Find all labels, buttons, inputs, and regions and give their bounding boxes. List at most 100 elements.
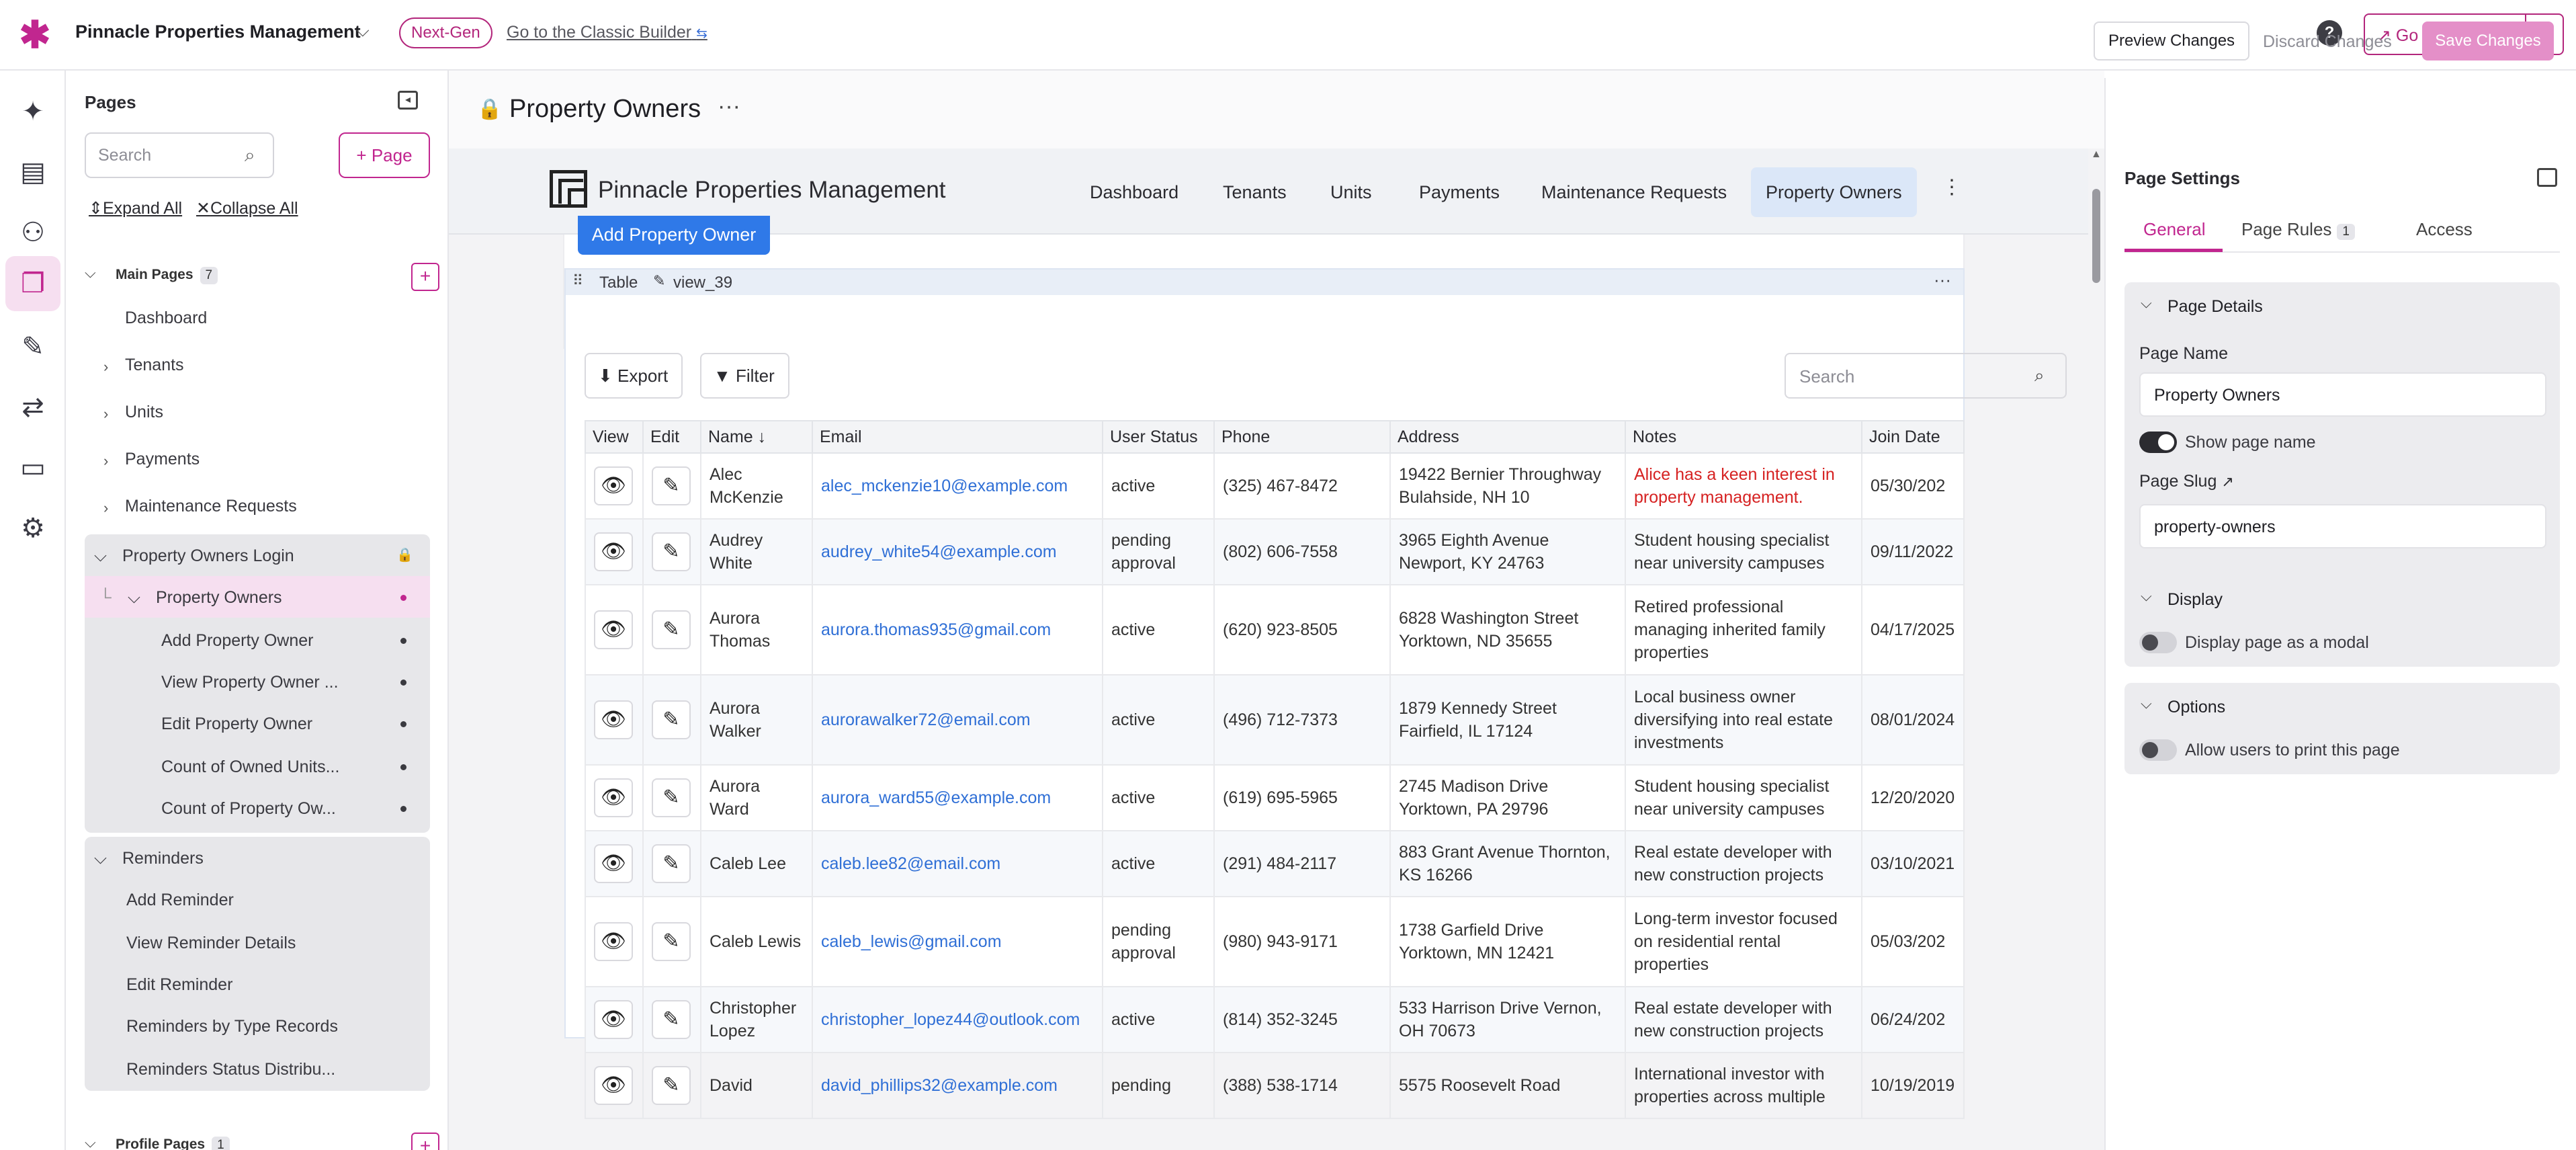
nav-tab-maintenance-requests[interactable]: Maintenance Requests [1527,167,1742,217]
cell-email-link[interactable]: alec_mckenzie10@example.com [821,477,1068,495]
settings-icon[interactable]: ⚙ [5,501,60,556]
edit-pencil-icon[interactable]: ✎ [652,778,691,817]
cell-email-link[interactable]: aurorawalker72@email.com [821,710,1031,729]
view-eye-icon[interactable]: 👁 [594,922,633,961]
page-edit-reminder[interactable]: Edit Reminder [85,963,430,1005]
more-options-icon[interactable]: ··· [1934,270,1951,290]
app-title[interactable]: Pinnacle Properties Management [75,22,361,42]
page-tenants[interactable]: › Tenants [103,356,184,382]
edit-pencil-icon[interactable]: ✎ [652,1000,691,1039]
chevron-down-icon[interactable]: ⌵ [2141,695,2152,712]
chevron-down-icon[interactable]: ⌵ [85,264,96,282]
table-view[interactable]: ⠿ Table ✎ view_39 ··· ⬇ Export ▼ Filter … [564,268,2067,1119]
main-pages-section[interactable]: ⌵ Main Pages 7 + [85,260,439,294]
view-eye-icon[interactable]: 👁 [594,532,633,571]
show-page-name-toggle[interactable] [2139,432,2177,453]
scroll-thumb[interactable] [2092,189,2100,283]
page-add-reminder[interactable]: Add Reminder [85,878,430,920]
nav-tab-dashboard[interactable]: Dashboard [1075,167,1193,217]
more-options-icon[interactable]: ··· [718,93,740,120]
tab-general[interactable]: General [2143,219,2206,240]
column-header-user-status[interactable]: User Status [1102,420,1215,454]
page-view-property-owner[interactable]: View Property Owner ... [85,661,430,702]
cell-email-link[interactable]: aurora.thomas935@gmail.com [821,620,1051,639]
view-eye-icon[interactable]: 👁 [594,700,633,739]
filter-button[interactable]: ▼ Filter [700,353,789,399]
more-vertical-icon[interactable]: ⋮ [1942,175,1962,199]
chevron-down-icon[interactable]: ⌵ [128,588,140,608]
table-icon[interactable]: ▤ [5,145,60,200]
nav-tab-payments[interactable]: Payments [1404,167,1514,217]
add-profile-page-icon[interactable]: + [411,1133,439,1150]
page-name-input[interactable]: Property Owners [2139,372,2546,417]
page-dashboard[interactable]: Dashboard [125,309,207,335]
view-eye-icon[interactable]: 👁 [594,778,633,817]
chevron-right-icon[interactable]: › [103,452,108,470]
export-button[interactable]: ⬇ Export [585,353,683,399]
page-reminders[interactable]: ⌵ Reminders [85,837,430,878]
ai-sparkle-icon[interactable]: ✦ [5,84,60,139]
view-eye-icon[interactable]: 👁 [594,1066,633,1105]
save-changes-button[interactable]: Save Changes [2422,22,2554,60]
cell-email-link[interactable]: caleb_lewis@gmail.com [821,932,1002,951]
pages-icon[interactable]: ❐ [5,256,60,311]
billing-icon[interactable]: ▭ [5,440,60,495]
column-header-phone[interactable]: Phone [1213,420,1391,454]
edit-pencil-icon[interactable]: ✎ [652,610,691,649]
cell-email-link[interactable]: caleb.lee82@email.com [821,854,1000,873]
page-payments[interactable]: › Payments [103,450,200,477]
chevron-right-icon[interactable]: › [103,405,108,423]
cell-email-link[interactable]: audrey_white54@example.com [821,542,1057,561]
drag-handle-icon[interactable]: ⠿ [572,272,583,290]
add-property-owner-button[interactable]: Add Property Owner [578,216,770,255]
users-icon[interactable]: ⚇ [5,205,60,260]
chevron-down-icon[interactable]: ⌵ [356,20,370,42]
page-reminders-by-type[interactable]: Reminders by Type Records [85,1005,430,1046]
classic-builder-link[interactable]: Go to the Classic Builder ⇆ [507,23,707,42]
chevron-down-icon[interactable]: ⌵ [94,546,107,566]
table-search-input[interactable] [1799,366,2014,387]
page-add-property-owner[interactable]: Add Property Owner [85,619,430,661]
page-units[interactable]: › Units [103,403,163,429]
nav-tab-units[interactable]: Units [1316,167,1387,217]
chevron-right-icon[interactable]: › [103,499,108,517]
column-header-address[interactable]: Address [1389,420,1626,454]
view-eye-icon[interactable]: 👁 [594,844,633,883]
external-link-icon[interactable]: ↗ [2221,473,2233,490]
view-eye-icon[interactable]: 👁 [594,1000,633,1039]
edit-pencil-icon[interactable]: ✎ [652,1066,691,1105]
page-edit-property-owner[interactable]: Edit Property Owner [85,702,430,744]
pages-search[interactable]: ⌕ [85,132,274,178]
allow-print-toggle[interactable] [2139,739,2177,761]
brush-icon[interactable]: ✎ [5,319,60,374]
edit-pencil-icon[interactable]: ✎ [652,844,691,883]
preview-changes-button[interactable]: Preview Changes [2094,22,2249,60]
tab-page-rules[interactable]: Page Rules 1 [2241,219,2355,240]
page-view-reminder-details[interactable]: View Reminder Details [85,921,430,963]
page-property-owners[interactable]: └ ⌵ Property Owners [85,576,430,618]
page-property-owners-login[interactable]: ⌵ Property Owners Login 🔒 [85,534,430,576]
page-maintenance-requests[interactable]: › Maintenance Requests [103,497,297,524]
view-eye-icon[interactable]: 👁 [594,610,633,649]
expand-all-link[interactable]: ⇕Expand All [89,198,182,218]
pages-search-input[interactable] [98,146,232,165]
collapse-panel-icon[interactable]: ◂ [398,91,418,110]
chevron-down-icon[interactable]: ⌵ [94,849,107,868]
flows-icon[interactable]: ⇄ [5,380,60,435]
cell-email-link[interactable]: christopher_lopez44@outlook.com [821,1010,1080,1029]
column-header-email[interactable]: Email [812,420,1103,454]
edit-pencil-icon[interactable]: ✎ [652,922,691,961]
tab-access[interactable]: Access [2416,219,2473,240]
canvas-scrollbar[interactable]: ▲ [2088,149,2104,1150]
display-modal-toggle[interactable] [2139,632,2177,653]
chevron-right-icon[interactable]: › [103,358,108,376]
collapse-all-link[interactable]: ✕Collapse All [196,198,298,218]
edit-pencil-icon[interactable]: ✎ [652,532,691,571]
edit-pencil-icon[interactable]: ✎ [652,700,691,739]
chevron-down-icon[interactable]: ⌵ [85,1134,96,1150]
column-header-name[interactable]: Name ↓ [700,420,813,454]
page-count-owned-units[interactable]: Count of Owned Units... [85,745,430,787]
view-eye-icon[interactable]: 👁 [594,466,633,505]
scroll-up-icon[interactable]: ▲ [2091,149,2102,161]
brand-logo-icon[interactable]: ✱ [19,16,51,54]
